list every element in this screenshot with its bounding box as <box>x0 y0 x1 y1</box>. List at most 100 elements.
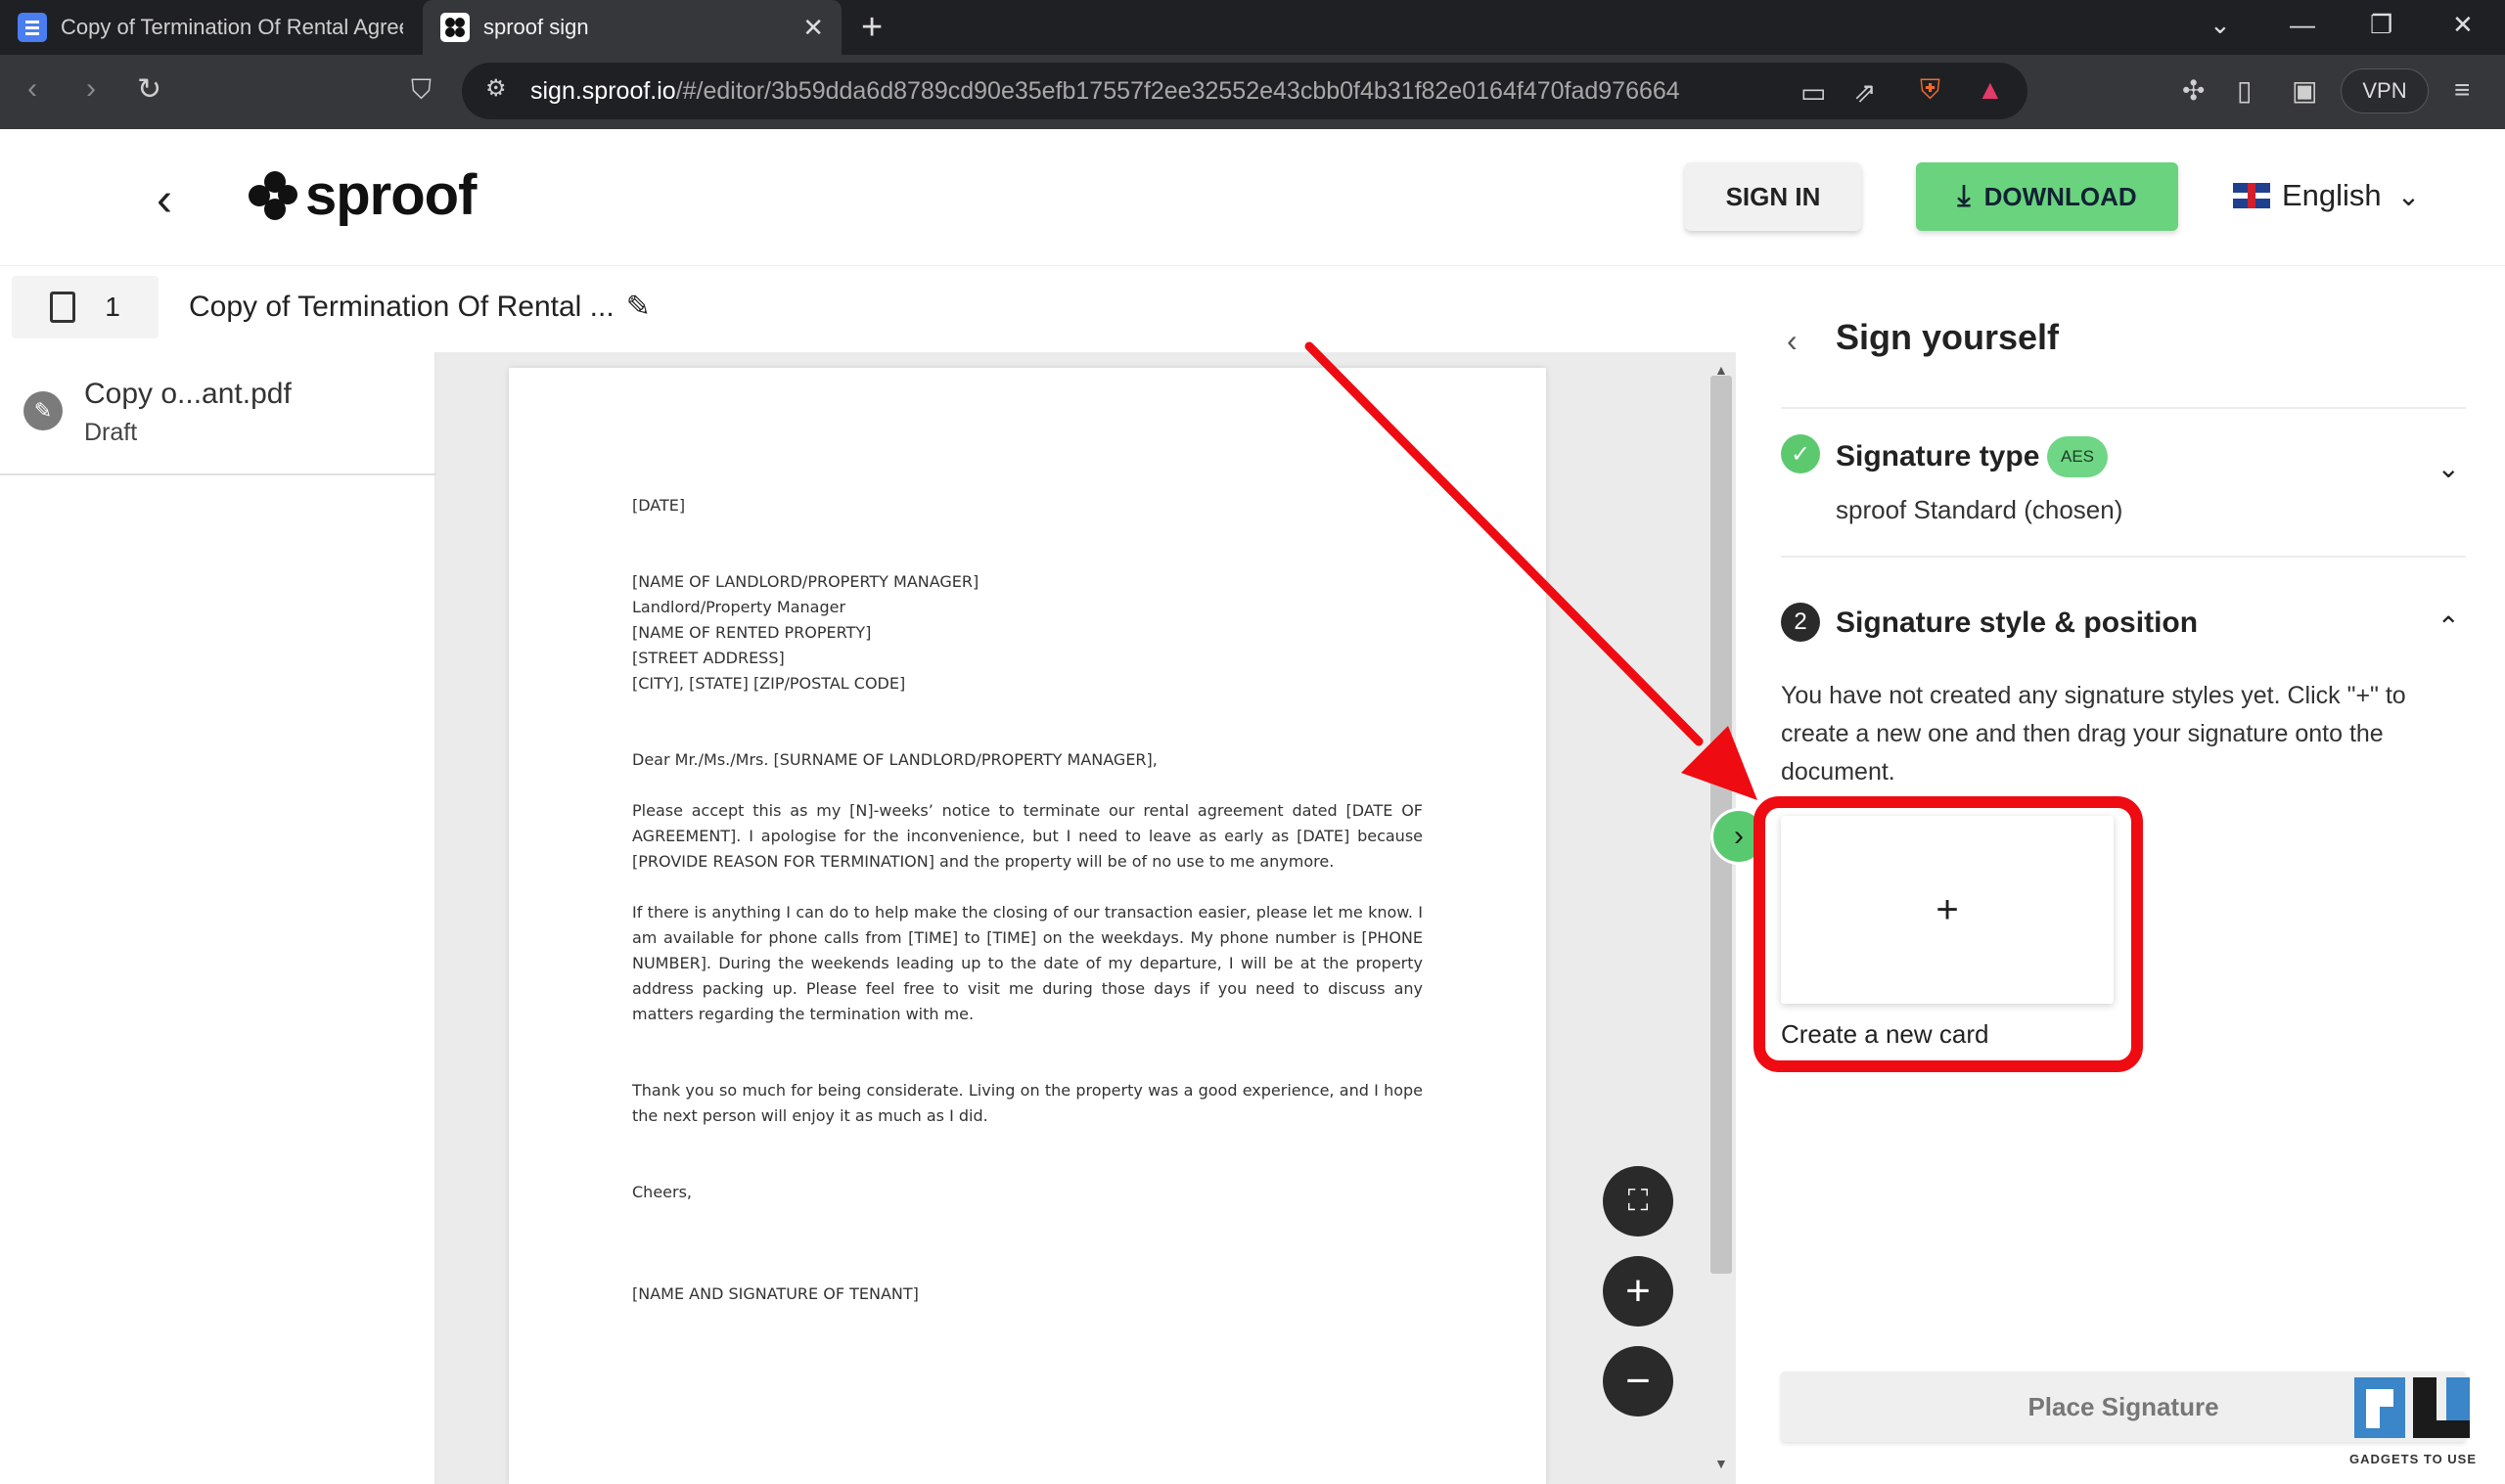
reload-icon[interactable]: ↻ <box>137 72 161 107</box>
extensions-icon[interactable]: ✣ <box>2182 74 2205 107</box>
language-label: English <box>2282 178 2382 212</box>
letter-closing: Cheers, <box>632 1183 692 1201</box>
cast-icon[interactable]: ▭ <box>1800 76 1826 109</box>
signature-style-title: Signature style & position <box>1836 607 2199 639</box>
aes-badge: AES <box>2047 436 2108 477</box>
letter-salutation: Dear Mr./Ms./Mrs. [SURNAME OF LANDLORD/P… <box>632 750 1158 769</box>
viewer-scrollbar[interactable]: ▲ ▼ <box>1708 362 1734 1471</box>
download-icon: ⤓ <box>1957 180 1971 212</box>
back-icon[interactable]: ‹ <box>27 72 37 106</box>
language-selector[interactable]: English ⌄ <box>2233 178 2420 213</box>
file-name: Copy o...ant.pdf <box>84 378 292 410</box>
tab-title: Copy of Termination Of Rental Agreem <box>61 15 403 39</box>
wallet-icon[interactable]: ▣ <box>2292 74 2317 107</box>
minimize-icon[interactable]: — <box>2290 10 2315 40</box>
create-card-label: Create a new card <box>1781 1019 1989 1049</box>
address-line: [CITY], [STATE] [ZIP/POSTAL CODE] <box>632 674 906 693</box>
browser-toolbar: ‹ › ↻ ⛉ ⚙ sign.sproof.io/#/editor/3b59dd… <box>0 55 2505 129</box>
pencil-icon[interactable]: ✎ <box>626 290 651 324</box>
close-tab-icon[interactable]: ✕ <box>802 13 824 43</box>
close-window-icon[interactable]: ✕ <box>2452 10 2474 40</box>
zoom-in-button[interactable]: + <box>1603 1256 1673 1327</box>
tab-list-chevron-icon[interactable]: ⌄ <box>2209 10 2231 40</box>
create-card-button[interactable]: + <box>1781 816 2114 1004</box>
menu-icon[interactable]: ≡ <box>2454 74 2470 106</box>
chevron-down-icon: ⌄ <box>2396 180 2421 211</box>
back-chevron-icon[interactable]: ‹ <box>157 173 172 227</box>
sidebar-toggle-icon[interactable]: ▯ <box>2237 74 2252 107</box>
list-item[interactable]: ✎ Copy o...ant.pdf Draft <box>0 352 436 475</box>
share-icon[interactable]: ⇗ <box>1853 76 1876 109</box>
divider <box>1781 407 2466 409</box>
signature-style-description: You have not created any signature style… <box>1781 682 2406 786</box>
document-title[interactable]: Copy of Termination Of Rental ... ✎ <box>189 290 651 324</box>
browser-tab-bar: Copy of Termination Of Rental Agreem spr… <box>0 0 2505 55</box>
restore-icon[interactable]: ❐ <box>2370 10 2392 40</box>
zoom-out-button[interactable]: − <box>1603 1346 1673 1417</box>
brave-rewards-icon[interactable]: ▲ <box>1977 74 2004 106</box>
fullscreen-icon: ⛶ <box>1627 1185 1649 1217</box>
forward-icon[interactable]: › <box>86 72 96 106</box>
vpn-button[interactable]: VPN <box>2341 68 2429 113</box>
page-count-button[interactable]: 1 <box>12 276 159 338</box>
step-number: 2 <box>1781 603 1820 642</box>
panel-title: Sign yourself <box>1836 317 2060 357</box>
chevron-right-icon: › <box>1734 820 1744 852</box>
file-status: Draft <box>84 419 138 446</box>
file-list: ✎ Copy o...ant.pdf Draft <box>0 352 436 1484</box>
vpn-label: VPN <box>2362 78 2407 103</box>
divider <box>1781 556 2466 558</box>
download-button[interactable]: ⤓ DOWNLOAD <box>1916 162 2178 231</box>
address-bar[interactable]: ⚙ sign.sproof.io/#/editor/3b59dda6d8789c… <box>462 63 2027 119</box>
logo-text: sproof <box>305 163 477 227</box>
address-line: [NAME OF RENTED PROPERTY] <box>632 623 872 642</box>
brave-shield-icon[interactable]: ⛨ <box>1920 74 1940 107</box>
panel-back-chevron-icon[interactable]: ‹ <box>1787 323 1798 359</box>
url-path: /#/editor/3b59dda6d8789cd90e35efb17557f2… <box>675 76 1680 105</box>
fullscreen-button[interactable]: ⛶ <box>1603 1166 1673 1237</box>
document-page[interactable]: [DATE] [NAME OF LANDLORD/PROPERTY MANAGE… <box>509 368 1546 1484</box>
sproof-favicon-icon <box>440 13 470 42</box>
tab-title: sproof sign <box>483 15 589 39</box>
address-line: [STREET ADDRESS] <box>632 649 785 667</box>
browser-tab-docs[interactable]: Copy of Termination Of Rental Agreem <box>0 0 421 55</box>
plus-icon: + <box>1625 1267 1651 1315</box>
letter-signature: [NAME AND SIGNATURE OF TENANT] <box>632 1284 919 1303</box>
check-icon: ✓ <box>1781 434 1820 473</box>
gadgets-to-use-watermark: GADGETS TO USE <box>2345 1370 2482 1477</box>
address-line: [NAME OF LANDLORD/PROPERTY MANAGER] <box>632 572 979 591</box>
chevron-up-icon[interactable]: ⌃ <box>2437 610 2460 643</box>
bookmark-icon[interactable]: ⛉ <box>411 74 432 107</box>
sproof-logo-icon <box>249 170 297 220</box>
sproof-logo[interactable]: sproof <box>249 162 477 228</box>
signature-type-title: Signature type <box>1836 440 2040 472</box>
letter-paragraph: Please accept this as my [N]-weeks’ noti… <box>632 801 1423 871</box>
page-count: 1 <box>105 292 120 322</box>
minus-icon: − <box>1625 1357 1651 1405</box>
uk-flag-icon <box>2233 183 2270 208</box>
toggle-sidepanel-button[interactable]: › <box>1710 808 1767 865</box>
scroll-down-icon[interactable]: ▼ <box>1714 1456 1728 1471</box>
docs-icon <box>18 13 47 42</box>
address-line: Landlord/Property Manager <box>632 598 846 616</box>
edit-icon: ✎ <box>23 391 63 430</box>
document-viewer[interactable]: [DATE] [NAME OF LANDLORD/PROPERTY MANAGE… <box>436 352 1736 1484</box>
app-header: ‹ sproof SIGN IN ⤓ DOWNLOAD English ⌄ <box>0 129 2505 266</box>
sign-panel: ‹ Sign yourself ✓ Signature type AES spr… <box>1742 284 2495 1484</box>
gadgets-to-use-logo-icon <box>2354 1377 2470 1438</box>
letter-date: [DATE] <box>632 496 686 515</box>
new-tab-icon[interactable]: + <box>861 8 883 47</box>
download-label: DOWNLOAD <box>1983 181 2137 211</box>
letter-paragraph: Thank you so much for being considerate.… <box>632 1081 1423 1125</box>
browser-tab-sproof[interactable]: sproof sign ✕ <box>423 0 842 55</box>
site-settings-icon[interactable]: ⚙ <box>485 74 507 103</box>
letter-address: [NAME OF LANDLORD/PROPERTY MANAGER] Land… <box>632 569 1423 697</box>
watermark-text: GADGETS TO USE <box>2348 1452 2478 1466</box>
url-host: sign.sproof.io <box>530 76 676 105</box>
letter-paragraph: If there is anything I can do to help ma… <box>632 903 1423 1023</box>
signature-type-value: sproof Standard (chosen) <box>1836 495 2123 524</box>
chevron-down-icon[interactable]: ⌄ <box>2437 452 2460 484</box>
pages-icon <box>50 292 76 323</box>
sign-in-button[interactable]: SIGN IN <box>1685 162 1861 231</box>
plus-icon: + <box>1936 887 1959 931</box>
